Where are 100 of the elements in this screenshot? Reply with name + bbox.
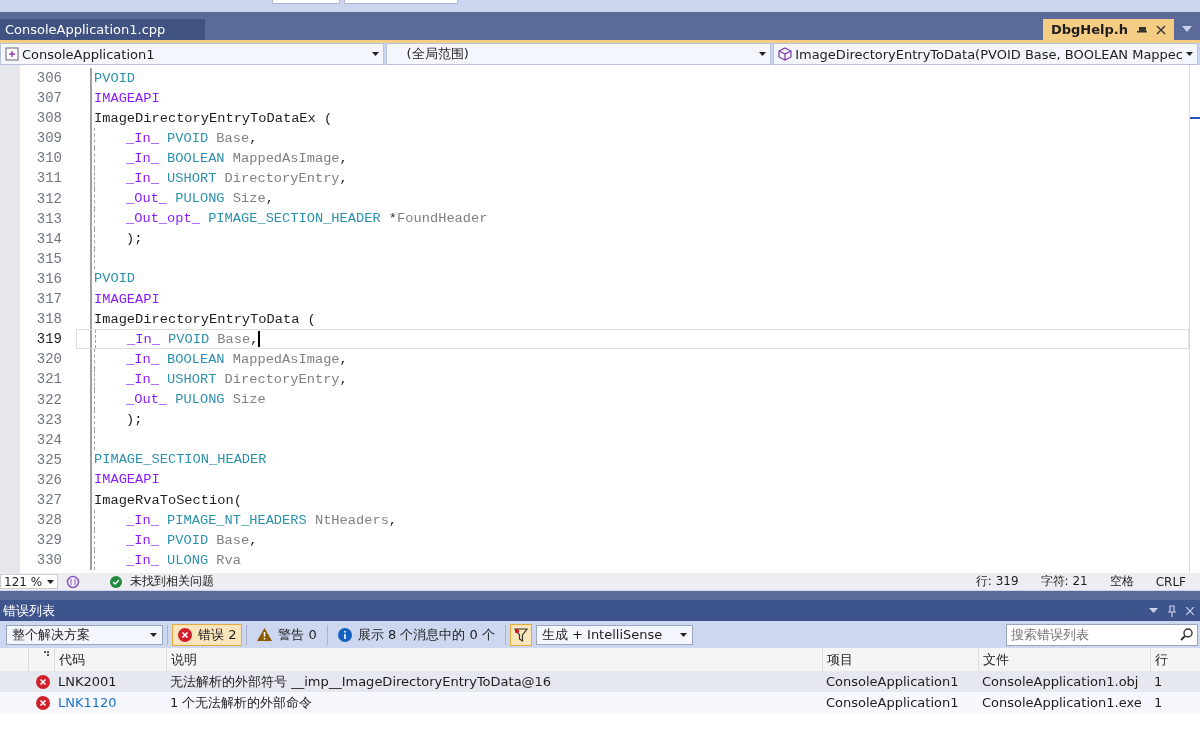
code-line: _Out_ PULONG Size (126, 392, 266, 408)
search-icon (1180, 627, 1193, 641)
project-dropdown[interactable]: ConsoleApplication1 (0, 43, 384, 65)
whitespace-status: 空格 (1109, 573, 1134, 590)
code-line: ImageRvaToSection( (94, 492, 242, 508)
scope-dropdown[interactable]: 整个解决方案 (6, 624, 163, 645)
line-number: 326 (20, 469, 92, 490)
code-line: IMAGEAPI (94, 472, 160, 488)
dropdown-caret-icon[interactable] (1182, 26, 1192, 32)
table-cell-text: ConsoleApplication1.obj (981, 674, 1140, 689)
code-line: _Out_ PULONG Size, (126, 191, 274, 207)
code-line: ); (126, 231, 143, 247)
error-code-link[interactable]: LNK1120 (54, 695, 166, 710)
table-cell-text: ConsoleApplication1.exe (981, 695, 1143, 710)
code-line: _In_ PVOID Base, (126, 532, 258, 548)
line-number: 309 (20, 128, 92, 149)
table-cell-text: 1 个无法解析的外部命令 (169, 693, 314, 712)
table-cell-text: ConsoleApplication1 (825, 674, 960, 689)
member-dropdown[interactable]: ImageDirectoryEntryToData(PVOID Base, BOOLEAN Mappec (773, 43, 1198, 65)
line-status: 行: 319 (975, 573, 1019, 590)
line-number: 308 (20, 108, 92, 129)
line-number: 320 (20, 349, 92, 370)
filter-toggle[interactable]: 错误 2 (172, 623, 243, 646)
code-line: _In_ ULONG Rva (126, 552, 241, 568)
code-line: PIMAGE_SECTION_HEADER (94, 452, 267, 468)
line-number: 325 (20, 449, 92, 470)
line-number: 329 (20, 530, 92, 551)
line-number: 328 (20, 510, 92, 531)
line-number: 312 (20, 188, 92, 209)
file-tab[interactable]: ConsoleApplication1.cpp (0, 19, 205, 40)
caret-icon (371, 52, 379, 56)
line-number: 313 (20, 208, 92, 229)
issues-status: 未找到相关问题 (130, 573, 214, 590)
caret-icon (150, 632, 157, 637)
close-icon[interactable] (1156, 24, 1166, 35)
error-icon (36, 695, 50, 710)
code-line: _In_ PIMAGE_NT_HEADERS NtHeaders, (126, 512, 398, 528)
filter-funnel-button[interactable] (509, 623, 532, 646)
project-icon (5, 47, 19, 61)
code-line: ImageDirectoryEntryToData ( (94, 311, 316, 327)
line-number: 324 (20, 429, 92, 450)
source-dropdown[interactable]: 生成 + IntelliSense (535, 624, 693, 645)
dropdown-caret-icon[interactable] (1149, 608, 1158, 613)
code-line: _In_ PVOID Base, (127, 331, 259, 347)
panel-splitter[interactable] (0, 590, 1200, 600)
line-number: 327 (20, 489, 92, 511)
text-cursor (258, 331, 260, 348)
code-line: IMAGEAPI (94, 90, 160, 106)
error-row[interactable]: LNK2001 无法解析的外部符号 __imp__ImageDirectoryEntryToData@16 ConsoleApplication1 ConsoleApplication1.obj 1 (0, 671, 1200, 692)
info-icon (337, 627, 352, 642)
pin-icon[interactable] (1136, 24, 1148, 35)
line-number: 307 (20, 88, 92, 109)
line-number: 316 (20, 268, 92, 290)
code-line: ); (126, 412, 143, 428)
line-number: 306 (20, 68, 92, 89)
line-number: 321 (20, 369, 92, 390)
char-status: 字符: 21 (1040, 573, 1088, 590)
code-line: _Out_opt_ PIMAGE_SECTION_HEADER *FoundHeader (126, 211, 488, 227)
caret-icon (759, 52, 767, 56)
line-number: 314 (20, 228, 92, 249)
line-number: 330 (20, 550, 92, 571)
error-row[interactable]: LNK1120 1 个无法解析的外部命令 ConsoleApplication1 ConsoleApplication1.exe 1 (0, 692, 1200, 713)
table-cell-text: 1 (1153, 695, 1164, 710)
code-line: PVOID (94, 70, 136, 86)
line-number: 315 (20, 248, 92, 269)
line-number: 323 (20, 409, 92, 430)
code-line: _In_ USHORT DirectoryEntry, (126, 371, 348, 387)
filter-toggle[interactable]: 警告 0 (251, 623, 323, 646)
code-line: _In_ BOOLEAN MappedAsImage, (126, 150, 348, 166)
funnel-icon (513, 627, 528, 642)
panel-title: 错误列表 (3, 601, 55, 620)
pin-icon[interactable] (1168, 604, 1176, 617)
line-number: 310 (20, 148, 92, 169)
code-line: _In_ BOOLEAN MappedAsImage, (126, 351, 348, 367)
line-number: 322 (20, 389, 92, 410)
search-field[interactable]: 搜索错误列表 (1006, 623, 1198, 646)
line-number: 319 (20, 329, 92, 350)
warning-icon (257, 628, 273, 641)
line-ending-status: CRLF (1155, 574, 1186, 589)
filter-toggle[interactable]: 展示 8 个消息中的 0 个 (331, 623, 501, 646)
zoom-dropdown[interactable]: 121 % (0, 574, 58, 589)
check-circle-icon (110, 575, 122, 588)
line-number: 311 (20, 168, 92, 189)
error-icon (178, 627, 192, 642)
error-code: LNK2001 (57, 674, 118, 689)
line-number: 317 (20, 289, 92, 310)
code-line: PVOID (94, 271, 136, 287)
cube-icon (778, 47, 793, 61)
scope-dropdown[interactable]: (全局范围) (385, 43, 772, 65)
caret-icon (1186, 52, 1193, 56)
code-line: _In_ PVOID Base, (126, 130, 258, 146)
sort-icon[interactable] (44, 651, 50, 657)
code-line: _In_ USHORT DirectoryEntry, (126, 171, 348, 186)
code-line: IMAGEAPI (94, 291, 160, 307)
table-cell-text: ConsoleApplication1 (825, 695, 960, 710)
line-number: 318 (20, 309, 92, 330)
table-cell-text: 无法解析的外部符号 __imp__ImageDirectoryEntryToData@16 (169, 672, 553, 691)
error-icon (36, 674, 50, 689)
caret-icon (47, 579, 54, 584)
file-tab[interactable]: DbgHelp.h (1042, 19, 1174, 40)
